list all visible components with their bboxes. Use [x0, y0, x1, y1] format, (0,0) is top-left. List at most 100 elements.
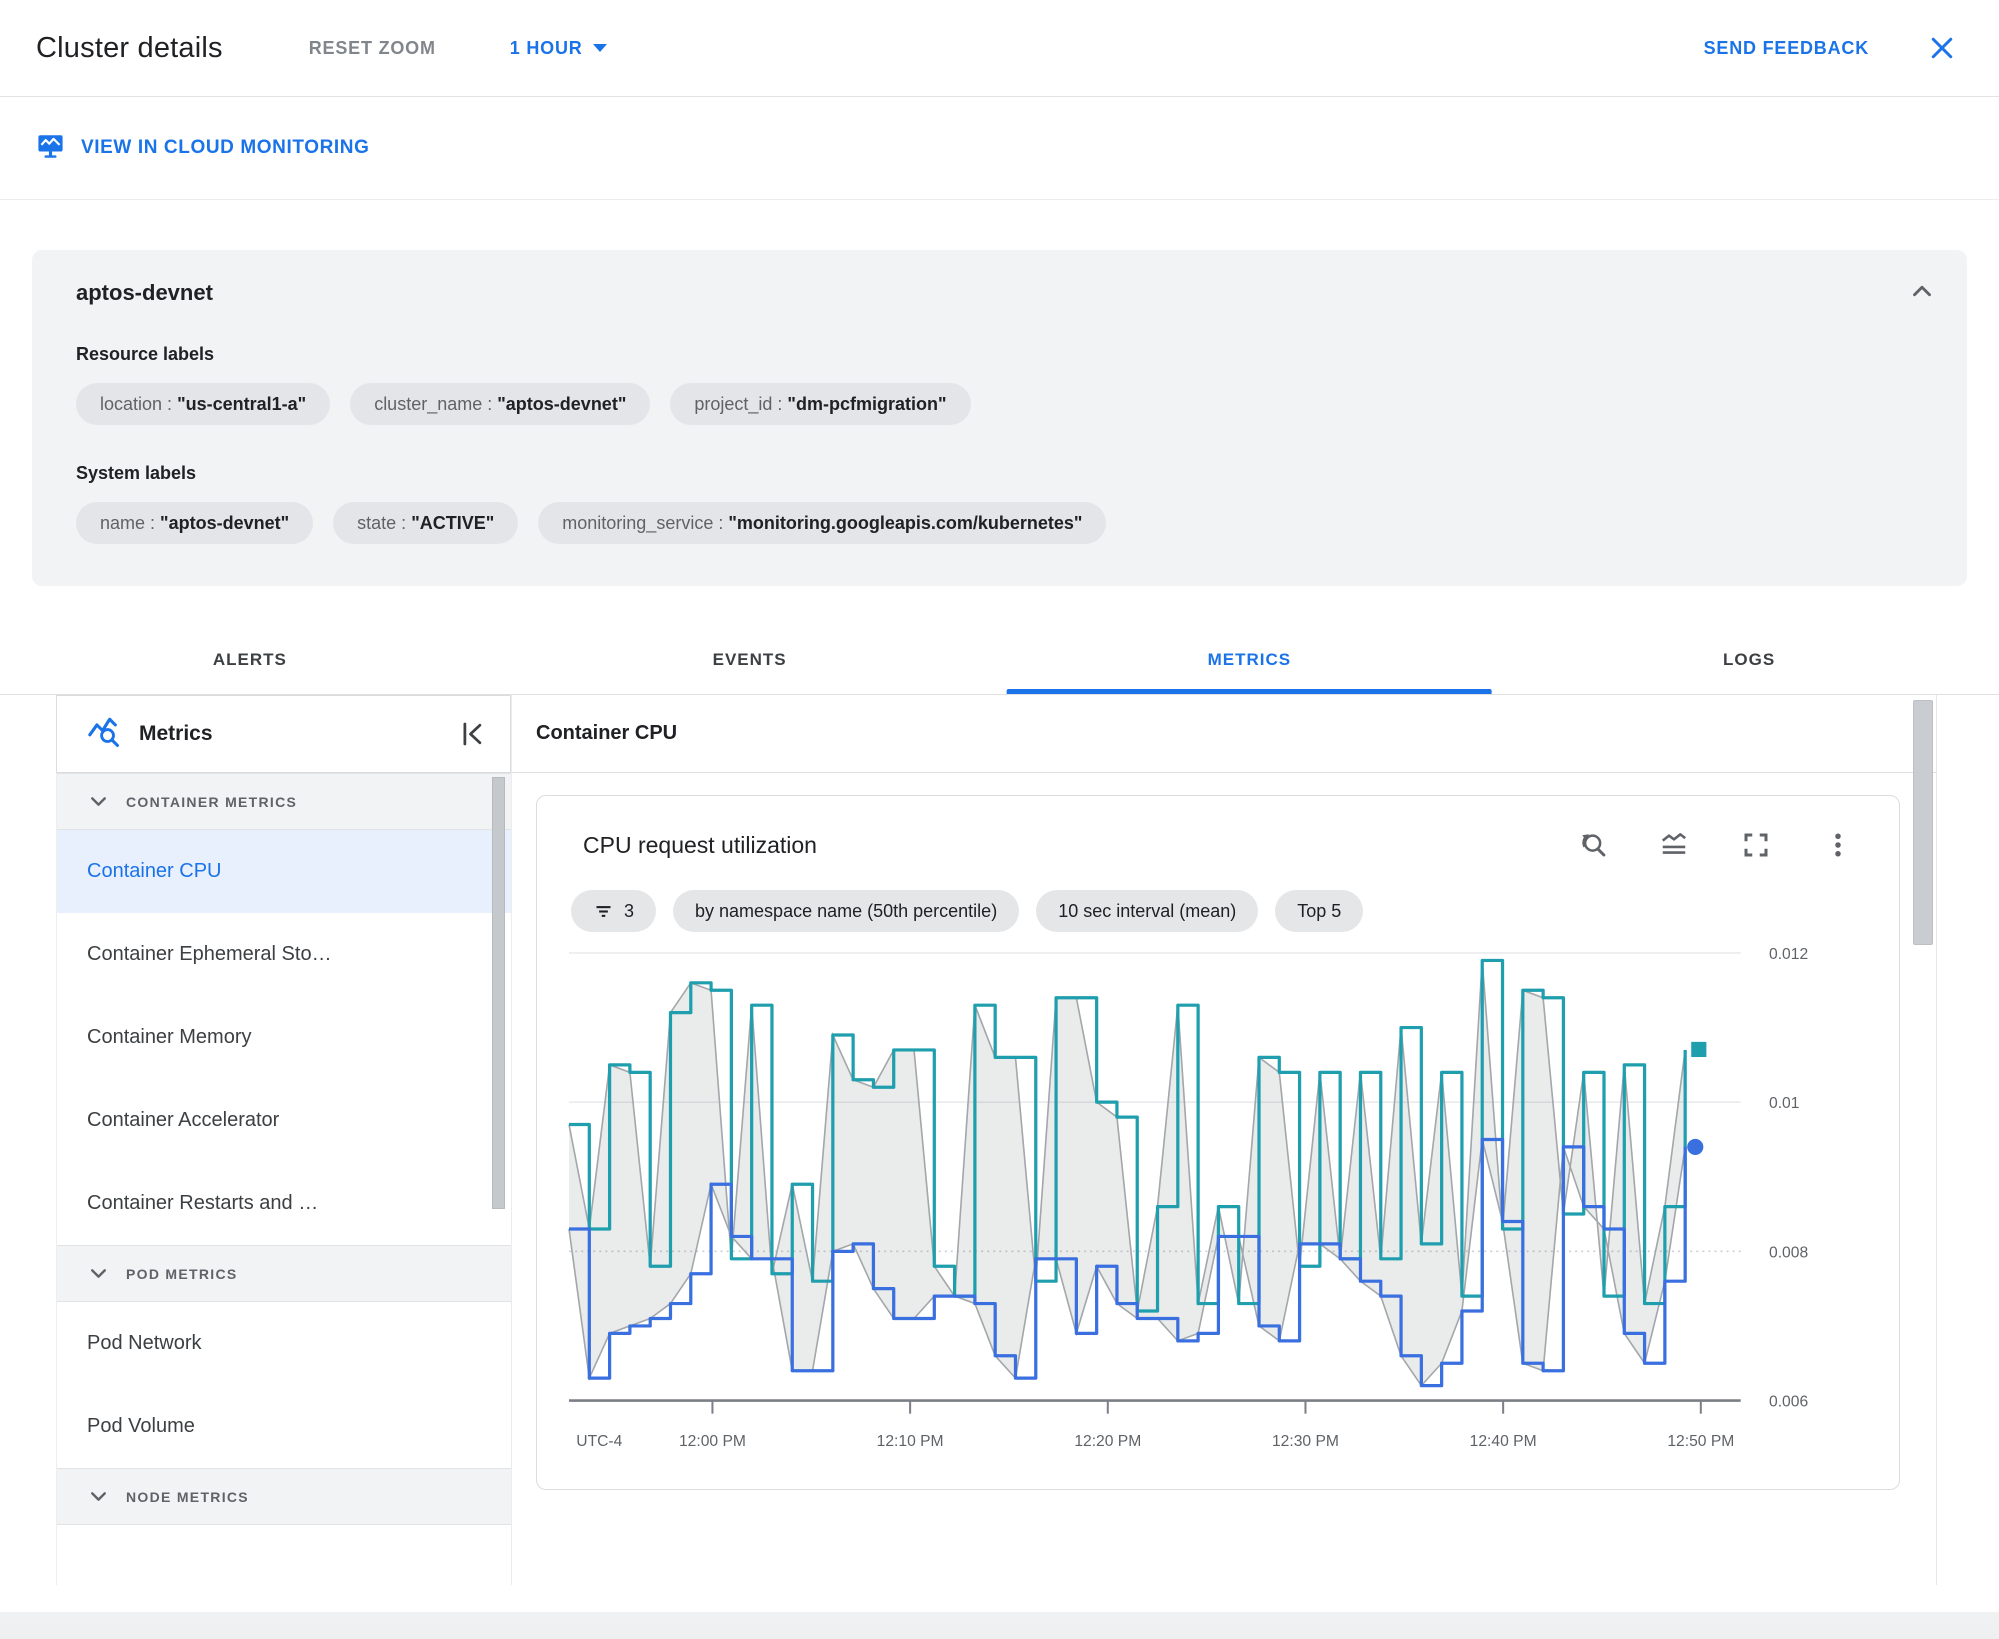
- label-chip-monitoring-service: monitoring_service : "monitoring.googlea…: [538, 502, 1107, 544]
- sidebar-scrollbar[interactable]: [492, 777, 505, 1209]
- zoom-history-reset-icon[interactable]: [1577, 830, 1607, 860]
- metric-scroll-area: CPU request utilization 3 by namespace n…: [512, 773, 1936, 1585]
- chip-separator: :: [145, 512, 161, 533]
- section-node-metrics[interactable]: NODE METRICS: [57, 1468, 511, 1525]
- sidebar-header: Metrics: [56, 695, 511, 773]
- chevron-down-icon: [91, 797, 106, 806]
- chart-title: CPU request utilization: [583, 831, 817, 858]
- label-chip-cluster-name: cluster_name : "aptos-devnet": [350, 383, 651, 425]
- sidebar-item-container-ephemeral-storage[interactable]: Container Ephemeral Sto…: [57, 913, 511, 996]
- filter-list-icon: [596, 905, 611, 917]
- cluster-info-card: aptos-devnet Resource labels location : …: [32, 250, 1967, 586]
- sidebar-item-container-restarts[interactable]: Container Restarts and …: [57, 1162, 511, 1245]
- svg-text:12:20 PM: 12:20 PM: [1074, 1433, 1141, 1450]
- chart-filter-chips: 3 by namespace name (50th percentile) 10…: [569, 890, 1867, 932]
- topn-chip[interactable]: Top 5: [1275, 890, 1364, 932]
- header-bar: Cluster details RESET ZOOM 1 HOUR SEND F…: [0, 0, 1999, 96]
- collapse-sidebar-icon[interactable]: [458, 719, 488, 749]
- label-chip-state: state : "ACTIVE": [333, 502, 519, 544]
- chip-key: cluster_name: [374, 393, 483, 414]
- chip-key: location: [100, 393, 163, 414]
- section-container-metrics[interactable]: CONTAINER METRICS: [57, 773, 511, 830]
- metric-panel-title: Container CPU: [512, 695, 1936, 773]
- main-scrollbar[interactable]: [1913, 700, 1933, 945]
- sidebar-item-pod-volume[interactable]: Pod Volume: [57, 1385, 511, 1468]
- tab-alerts[interactable]: ALERTS: [0, 632, 500, 694]
- chip-key: project_id: [694, 393, 773, 414]
- section-label: CONTAINER METRICS: [126, 793, 298, 810]
- label-chip-location: location : "us-central1-a": [76, 383, 331, 425]
- monitoring-link-label: VIEW IN CLOUD MONITORING: [81, 137, 370, 158]
- chip-key: monitoring_service: [562, 512, 714, 533]
- chart-card: CPU request utilization 3 by namespace n…: [536, 795, 1900, 1491]
- chart-toolbar: [1577, 830, 1867, 860]
- sidebar-item-container-memory[interactable]: Container Memory: [57, 996, 511, 1079]
- system-labels-title: System labels: [76, 463, 197, 483]
- svg-text:12:40 PM: 12:40 PM: [1470, 1433, 1537, 1450]
- svg-text:0.01: 0.01: [1769, 1095, 1799, 1112]
- metric-main-panel: Container CPU CPU request utilization 3 …: [511, 695, 1937, 1585]
- filter-count: 3: [624, 900, 635, 921]
- tab-events[interactable]: EVENTS: [500, 632, 1000, 694]
- view-in-cloud-monitoring-link[interactable]: VIEW IN CLOUD MONITORING: [36, 131, 370, 166]
- svg-text:12:50 PM: 12:50 PM: [1667, 1433, 1734, 1450]
- svg-text:12:00 PM: 12:00 PM: [679, 1433, 746, 1450]
- cpu-utilization-chart[interactable]: 0.012 0.01 0.008 0.006 UTC-4 12:00 PM 12:10 PM…: [568, 946, 1867, 1459]
- chevron-down-icon: [91, 1492, 106, 1501]
- fullscreen-icon[interactable]: [1741, 830, 1771, 860]
- metrics-sidebar: Metrics CONTAINER METRICS Container CPU …: [56, 695, 511, 1585]
- svg-text:12:10 PM: 12:10 PM: [877, 1433, 944, 1450]
- sidebar-title: Metrics: [139, 722, 213, 745]
- monitoring-chart-icon: [36, 131, 65, 166]
- sidebar-item-container-accelerator[interactable]: Container Accelerator: [57, 1079, 511, 1162]
- chip-separator: :: [162, 393, 178, 414]
- chip-separator: :: [713, 512, 729, 533]
- chip-value: "aptos-devnet": [497, 393, 627, 414]
- close-icon[interactable]: [1925, 31, 1959, 65]
- svg-text:12:30 PM: 12:30 PM: [1272, 1433, 1339, 1450]
- chip-value: "us-central1-a": [177, 393, 307, 414]
- send-feedback-button[interactable]: SEND FEEDBACK: [1704, 38, 1869, 59]
- panel-bottom-edge: [0, 1612, 1999, 1639]
- interval-chip[interactable]: 10 sec interval (mean): [1036, 890, 1259, 932]
- chip-value: "ACTIVE": [411, 512, 495, 533]
- more-options-kebab-icon[interactable]: [1823, 830, 1853, 860]
- groupby-chip[interactable]: by namespace name (50th percentile): [673, 890, 1020, 932]
- chart-card-header: CPU request utilization: [569, 830, 1867, 860]
- section-label: POD METRICS: [126, 1265, 238, 1282]
- chip-value: "monitoring.googleapis.com/kubernetes": [728, 512, 1083, 533]
- tab-logs[interactable]: LOGS: [1499, 632, 1999, 694]
- monitoring-toolbar: VIEW IN CLOUD MONITORING: [0, 97, 1999, 200]
- cluster-name: aptos-devnet: [76, 280, 213, 305]
- label-chip-project-id: project_id : "dm-pcfmigration": [670, 383, 971, 425]
- chip-separator: :: [772, 393, 788, 414]
- metrics-chart-search-icon: [87, 715, 121, 754]
- chip-separator: :: [482, 393, 498, 414]
- svg-text:0.012: 0.012: [1769, 946, 1808, 963]
- chip-key: state: [357, 512, 397, 533]
- svg-text:0.008: 0.008: [1769, 1244, 1808, 1261]
- resource-labels-row: location : "us-central1-a" cluster_name …: [76, 383, 1929, 425]
- svg-text:0.006: 0.006: [1769, 1394, 1808, 1411]
- tab-bar: ALERTS EVENTS METRICS LOGS: [0, 632, 1999, 695]
- chip-value: "aptos-devnet": [160, 512, 290, 533]
- chip-value: "dm-pcfmigration": [787, 393, 947, 414]
- tab-metrics[interactable]: METRICS: [1000, 632, 1500, 694]
- time-range-dropdown[interactable]: 1 HOUR: [510, 38, 607, 59]
- chip-separator: :: [396, 512, 412, 533]
- chart-mode-icon[interactable]: [1659, 830, 1689, 860]
- chevron-down-icon: [91, 1269, 106, 1278]
- svg-text:UTC-4: UTC-4: [576, 1433, 622, 1450]
- time-range-value: 1 HOUR: [509, 37, 583, 58]
- collapse-card-chevron-up-icon[interactable]: [1907, 276, 1937, 306]
- sidebar-item-container-cpu[interactable]: Container CPU: [57, 830, 511, 913]
- system-labels-row: name : "aptos-devnet" state : "ACTIVE" m…: [76, 502, 1929, 544]
- sidebar-item-pod-network[interactable]: Pod Network: [57, 1302, 511, 1385]
- section-pod-metrics[interactable]: POD METRICS: [57, 1245, 511, 1302]
- filter-count-chip[interactable]: 3: [571, 890, 657, 932]
- page-title: Cluster details: [36, 31, 223, 64]
- section-label: NODE METRICS: [126, 1488, 249, 1505]
- reset-zoom-button[interactable]: RESET ZOOM: [309, 38, 436, 59]
- sidebar-list: CONTAINER METRICS Container CPU Containe…: [56, 773, 511, 1585]
- cluster-details-panel: Cluster details RESET ZOOM 1 HOUR SEND F…: [0, 0, 1999, 1639]
